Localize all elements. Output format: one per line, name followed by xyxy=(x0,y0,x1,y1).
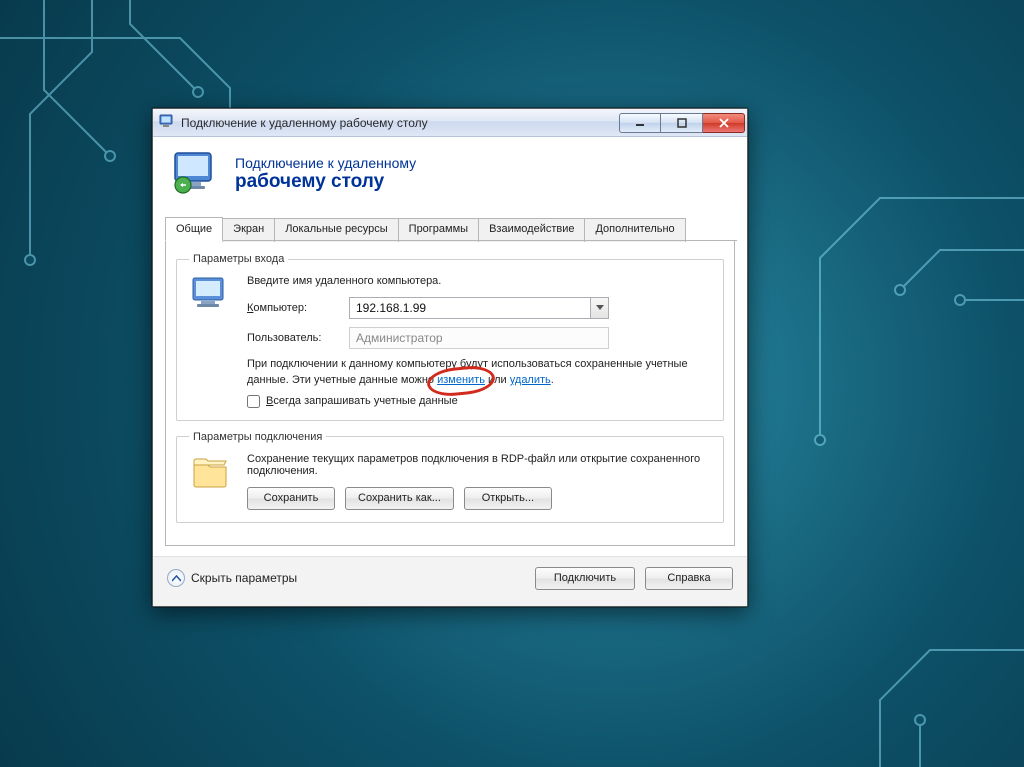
close-button[interactable] xyxy=(703,113,745,133)
chevron-up-icon xyxy=(167,569,185,587)
link-change-credentials[interactable]: изменить xyxy=(437,374,485,386)
tab-programs[interactable]: Программы xyxy=(398,218,479,242)
link-delete-credentials[interactable]: удалить xyxy=(510,374,551,386)
group-connection: Параметры подключения Сохранение текущих… xyxy=(176,431,724,523)
tab-display[interactable]: Экран xyxy=(222,218,275,242)
rdp-window: Подключение к удаленному рабочему столу xyxy=(152,108,748,607)
computer-icon xyxy=(189,273,237,318)
tab-panel-general: Параметры входа Введите имя удаленного к… xyxy=(165,241,735,546)
hide-options-toggle[interactable]: Скрыть параметры xyxy=(167,569,297,587)
chevron-down-icon[interactable] xyxy=(590,298,608,318)
header-line2: рабочему столу xyxy=(235,171,416,193)
header-line1: Подключение к удаленному xyxy=(235,155,416,171)
always-ask-label: Всегда запрашивать учетные данные xyxy=(266,395,458,407)
tab-experience[interactable]: Взаимодействие xyxy=(478,218,585,242)
titlebar[interactable]: Подключение к удаленному рабочему столу xyxy=(153,109,747,137)
tab-strip: Общие Экран Локальные ресурсы Программы … xyxy=(153,199,747,241)
connection-desc: Сохранение текущих параметров подключени… xyxy=(247,453,711,477)
window-title: Подключение к удаленному рабочему столу xyxy=(181,116,613,130)
connect-button[interactable]: Подключить xyxy=(535,567,635,590)
saved-credentials-info: При подключении к данному компьютеру буд… xyxy=(247,357,711,389)
tab-advanced[interactable]: Дополнительно xyxy=(584,218,685,242)
dialog-footer: Скрыть параметры Подключить Справка xyxy=(153,556,747,606)
rdp-header-icon xyxy=(171,151,223,197)
computer-combo[interactable]: 192.168.1.99 xyxy=(349,297,609,319)
hide-options-label: Скрыть параметры xyxy=(191,571,297,585)
save-button[interactable]: Сохранить xyxy=(247,487,335,510)
user-field[interactable]: Администратор xyxy=(349,327,609,349)
minimize-button[interactable] xyxy=(619,113,661,133)
maximize-button[interactable] xyxy=(661,113,703,133)
help-button[interactable]: Справка xyxy=(645,567,733,590)
login-intro: Введите имя удаленного компьютера. xyxy=(247,275,711,287)
tab-general[interactable]: Общие xyxy=(165,217,223,241)
group-connection-legend: Параметры подключения xyxy=(189,431,326,443)
group-login: Параметры входа Введите имя удаленного к… xyxy=(176,253,724,421)
computer-label: Компьютер: xyxy=(247,302,339,314)
open-button[interactable]: Открыть... xyxy=(464,487,552,510)
tab-local-resources[interactable]: Локальные ресурсы xyxy=(274,218,398,242)
titlebar-icon xyxy=(159,113,175,132)
user-label: Пользователь: xyxy=(247,332,339,344)
folder-icon xyxy=(189,451,237,494)
computer-value: 192.168.1.99 xyxy=(356,301,426,315)
group-login-legend: Параметры входа xyxy=(189,253,288,265)
save-as-button[interactable]: Сохранить как... xyxy=(345,487,454,510)
always-ask-checkbox[interactable] xyxy=(247,395,260,408)
header: Подключение к удаленному рабочему столу xyxy=(153,137,747,199)
